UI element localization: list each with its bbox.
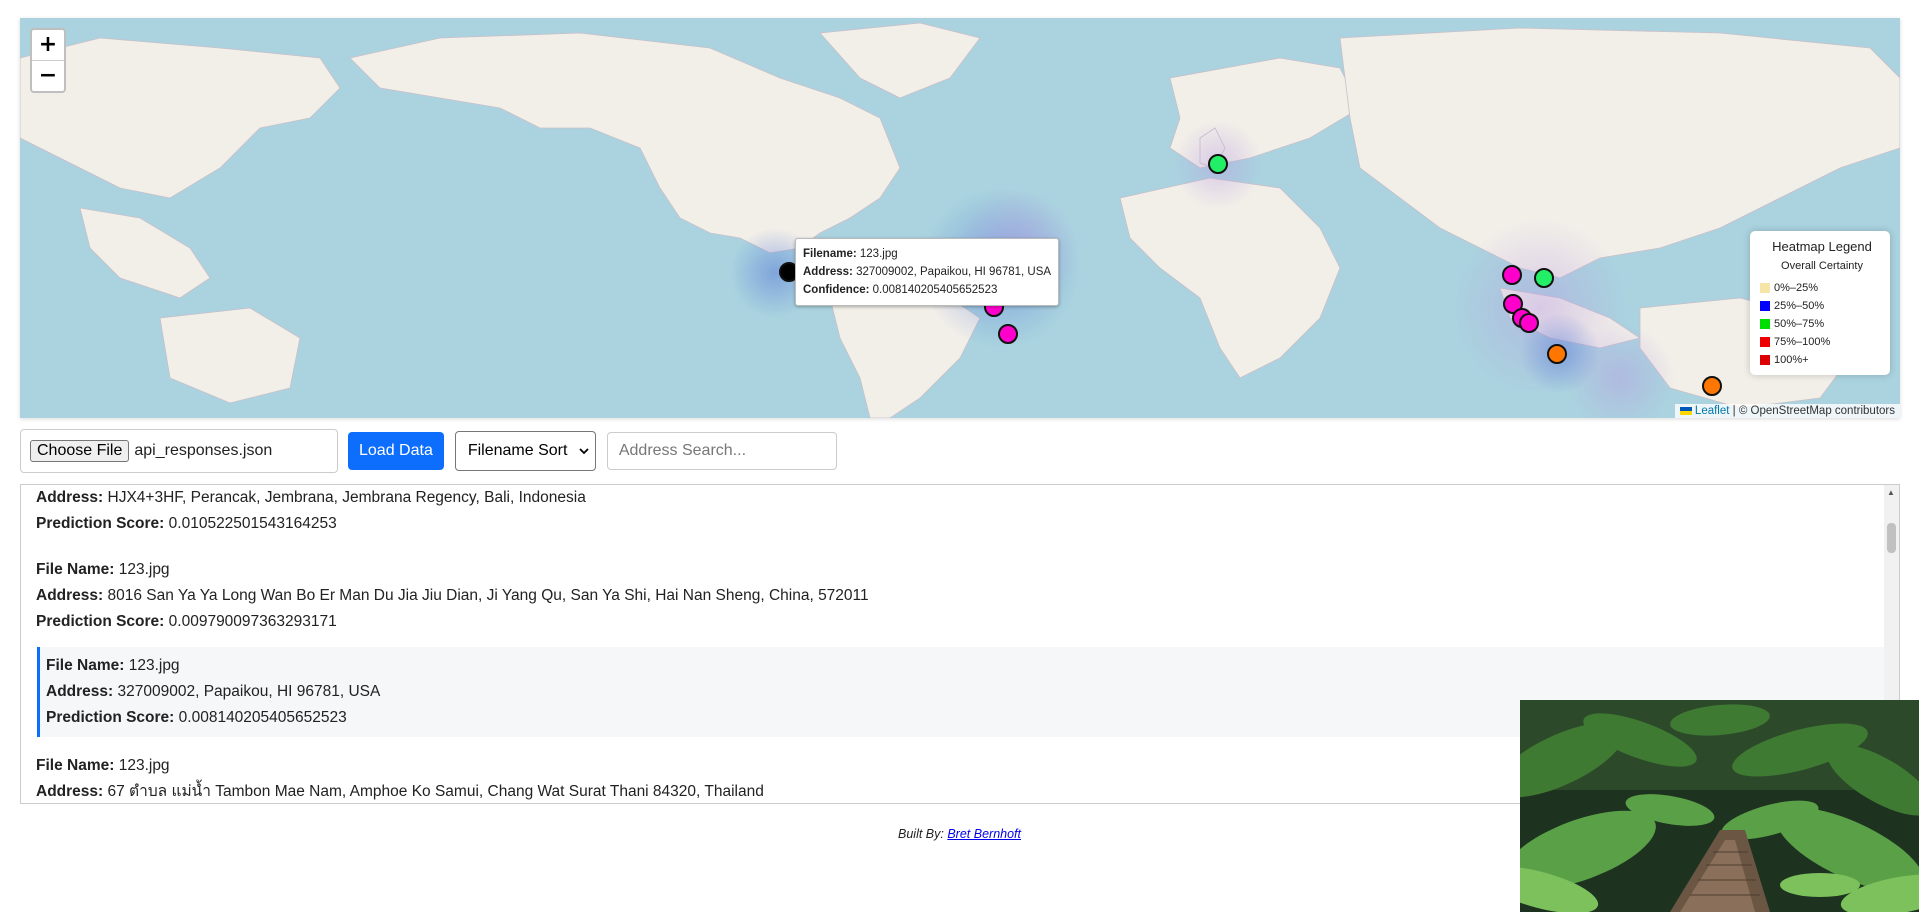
map-marker-americas-2[interactable] (998, 324, 1018, 344)
scroll-up-arrow-icon[interactable]: ▲ (1887, 488, 1895, 497)
legend-item: 50%–75% (1760, 315, 1884, 333)
map-popup: Filename: 123.jpg Address: 327009002, Pa… (795, 238, 1060, 306)
leaflet-link[interactable]: Leaflet (1695, 405, 1730, 417)
author-link[interactable]: Bret Bernhoft (947, 827, 1021, 841)
legend-swatch (1760, 355, 1770, 365)
zoom-out-button[interactable]: − (32, 60, 64, 91)
jungle-walkway-image (1520, 700, 1919, 912)
result-address: 327009002, Papaikou, HI 96781, USA (117, 683, 381, 700)
toolbar: Choose File api_responses.json Load Data… (20, 428, 837, 474)
legend-label: 100%+ (1774, 354, 1809, 366)
popup-address: 327009002, Papaikou, HI 96781, USA (856, 266, 1052, 278)
zoom-control: + − (30, 28, 66, 93)
map-marker-asia-1[interactable] (1502, 265, 1522, 285)
sort-selected-value: Filename Sort (467, 442, 568, 459)
score-label: Prediction Score: (46, 709, 175, 726)
popup-address-label: Address: (803, 266, 853, 278)
uploaded-image-preview (1520, 700, 1919, 912)
legend-item: 75%–100% (1760, 333, 1884, 351)
map-marker-asia-5[interactable] (1519, 313, 1539, 333)
file-input[interactable]: Choose File api_responses.json (20, 429, 338, 473)
legend-label: 50%–75% (1774, 318, 1825, 330)
popup-filename-label: Filename: (803, 248, 857, 260)
osm-attribution: © OpenStreetMap contributors (1738, 405, 1895, 417)
legend-swatch (1760, 301, 1770, 311)
file-name-label: File Name: (36, 757, 115, 774)
list-item[interactable]: Address: HJX4+3HF, Perancak, Jembrana, J… (36, 485, 586, 537)
result-address: HJX4+3HF, Perancak, Jembrana, Jembrana R… (107, 489, 586, 506)
legend-item: 0%–25% (1760, 279, 1884, 297)
choose-file-button[interactable]: Choose File (30, 440, 130, 462)
list-item[interactable]: File Name: 123.jpg Address: 67 ตำบล แม่น… (36, 753, 764, 803)
list-item[interactable]: File Name: 123.jpg Address: 8016 San Ya … (36, 557, 869, 635)
map-marker-pacific[interactable] (1702, 376, 1722, 396)
address-search-input[interactable]: Address Search... (606, 432, 837, 470)
score-label: Prediction Score: (36, 613, 165, 630)
result-address: 67 ตำบล แม่น้ำ Tambon Mae Nam, Amphoe Ko… (107, 783, 764, 800)
heatmap-legend: Heatmap Legend Overall Certainty 0%–25% … (1750, 231, 1890, 375)
load-data-button[interactable]: Load Data (348, 432, 444, 470)
result-file-name: 123.jpg (118, 757, 170, 774)
zoom-in-button[interactable]: + (32, 30, 64, 60)
result-file-name: 123.jpg (118, 561, 170, 578)
score-label: Prediction Score: (36, 515, 165, 532)
result-score: 0.009790097363293171 (168, 613, 337, 630)
popup-confidence: 0.008140205405652523 (872, 284, 998, 296)
sort-select[interactable]: Filename Sort (454, 431, 596, 471)
map-marker-bali[interactable] (1547, 344, 1567, 364)
world-map[interactable]: + − Filename: 123.jpg Address: 327009002… (20, 18, 1900, 418)
map-marker-asia-2[interactable] (1534, 268, 1554, 288)
address-label: Address: (46, 683, 114, 700)
legend-label: 25%–50% (1774, 300, 1825, 312)
chevron-down-icon (579, 448, 589, 455)
legend-swatch (1760, 337, 1770, 347)
legend-subtitle: Overall Certainty (1781, 260, 1863, 272)
built-by-label: Built By: (898, 827, 944, 841)
address-label: Address: (36, 489, 104, 506)
legend-label: 75%–100% (1774, 336, 1831, 348)
map-marker-uk[interactable] (1208, 154, 1228, 174)
file-name-label: File Name: (46, 657, 125, 674)
scrollbar-thumb[interactable] (1887, 523, 1896, 553)
map-attribution: Leaflet | © OpenStreetMap contributors (1674, 404, 1900, 418)
legend-swatch (1760, 319, 1770, 329)
result-score: 0.010522501543164253 (168, 515, 337, 532)
popup-confidence-label: Confidence: (803, 284, 870, 296)
result-address: 8016 San Ya Ya Long Wan Bo Er Man Du Jia… (107, 587, 869, 604)
file-name-label: File Name: (36, 561, 115, 578)
popup-filename: 123.jpg (859, 248, 898, 260)
result-file-name: 123.jpg (128, 657, 180, 674)
ukraine-flag-icon (1679, 406, 1692, 415)
address-label: Address: (36, 587, 104, 604)
map-tiles (20, 22, 1900, 418)
legend-swatch (1760, 283, 1770, 293)
legend-label: 0%–25% (1774, 282, 1819, 294)
legend-item: 25%–50% (1760, 297, 1884, 315)
legend-item: 100%+ (1760, 351, 1884, 369)
selected-file-name: api_responses.json (134, 442, 273, 459)
address-label: Address: (36, 783, 104, 800)
legend-title: Heatmap Legend (1772, 239, 1872, 254)
result-score: 0.008140205405652523 (178, 709, 347, 726)
attribution-separator: | (1732, 405, 1736, 417)
